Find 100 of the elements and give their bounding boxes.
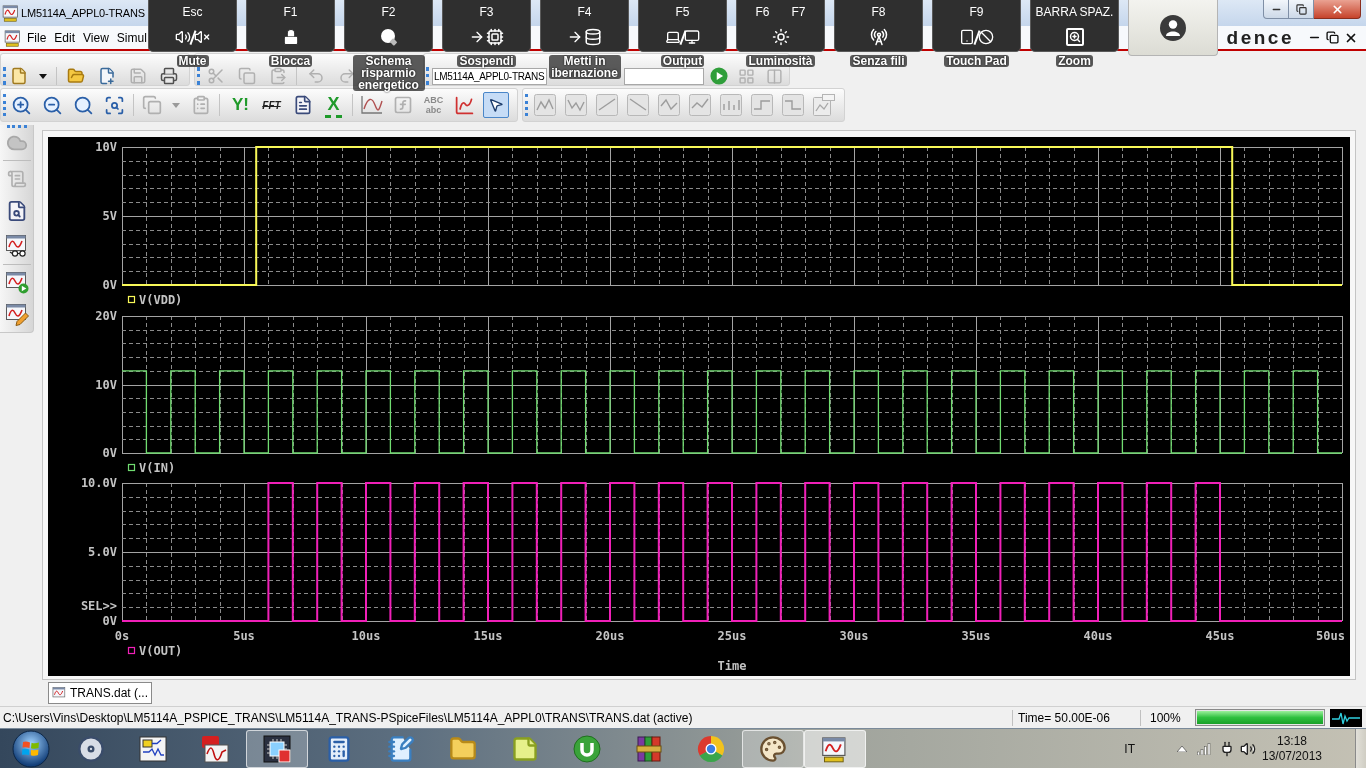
zoom-in-icon[interactable]: [11, 94, 32, 116]
clipboard-icon[interactable]: [191, 95, 211, 115]
chart-glasses-icon[interactable]: [4, 233, 29, 257]
function-icon[interactable]: [392, 95, 413, 115]
new-document-icon[interactable]: [97, 67, 116, 85]
key-label: F8: [871, 5, 886, 19]
chart-note-icon[interactable]: [812, 94, 835, 116]
clock-date[interactable]: 13/07/2013: [1261, 748, 1323, 764]
key-label: F5: [675, 5, 690, 19]
play-icon[interactable]: [710, 67, 728, 85]
grip-icon[interactable]: [3, 94, 6, 116]
x-tick-label: 35us: [961, 629, 991, 643]
columns-icon[interactable]: [765, 68, 783, 85]
key-label: F3: [479, 5, 494, 19]
scroll-icon[interactable]: [6, 168, 27, 189]
hotkey-caption: Mute: [176, 55, 209, 67]
power-plug-icon[interactable]: [1219, 740, 1235, 757]
chart-tile-icon[interactable]: [719, 94, 742, 116]
selection-marker: SEL>>: [80, 599, 117, 613]
restore-icon: [1295, 3, 1307, 15]
clock-time[interactable]: 13:18: [1277, 733, 1307, 749]
chart-tile-icon[interactable]: [688, 94, 711, 116]
zoom-out-icon[interactable]: [42, 94, 63, 116]
taskbar-app-button[interactable]: [742, 729, 804, 768]
taskbar-app-button[interactable]: [246, 729, 308, 768]
restore-icon[interactable]: [1326, 31, 1339, 44]
search-icon[interactable]: [73, 94, 94, 116]
window-title: LM5114A_APPL0-TRANS: [21, 6, 145, 20]
menu-item[interactable]: File: [27, 29, 47, 46]
waveform-icon: [1330, 708, 1362, 727]
sticky-note-icon: [511, 734, 539, 763]
y-tick-label: 10V: [95, 140, 117, 154]
pointer-icon: [487, 97, 504, 113]
input-field[interactable]: [624, 68, 704, 85]
y-tick-label: 0V: [102, 446, 117, 460]
chart-tile-icon[interactable]: [781, 94, 804, 116]
sun-icon: [771, 28, 790, 46]
chart-tile-icon[interactable]: [564, 94, 587, 116]
open-folder-icon[interactable]: [66, 67, 85, 85]
grip-icon[interactable]: [525, 94, 528, 116]
caret-icon[interactable]: [38, 73, 47, 79]
fft-button[interactable]: FFT: [260, 92, 283, 118]
chart-play-icon[interactable]: [4, 270, 29, 294]
chip-window-icon: [263, 734, 291, 763]
hotkey-caption: Output: [660, 55, 705, 67]
line-chart-icon[interactable]: [454, 94, 475, 116]
y-tick-label: 5V: [102, 209, 117, 223]
x-tick-label: 15us: [473, 629, 503, 643]
hotkey-caption: Luminosità: [746, 55, 815, 67]
chart-tile-icon[interactable]: [626, 94, 649, 116]
restore-button[interactable]: [1289, 0, 1314, 19]
caret-up-icon[interactable]: [1177, 745, 1187, 752]
save-icon[interactable]: [128, 67, 147, 85]
printer-icon[interactable]: [159, 67, 178, 85]
signal-icon[interactable]: [1197, 742, 1211, 755]
grip-icon[interactable]: [197, 67, 200, 85]
paste-icon[interactable]: [268, 67, 287, 85]
document-tab[interactable]: TRANS.dat (...: [48, 682, 153, 704]
chart-tile-icon[interactable]: [595, 94, 618, 116]
key-label: F9: [969, 5, 984, 19]
new-file-icon[interactable]: [10, 67, 28, 85]
user-icon: [1160, 14, 1186, 41]
menu-item[interactable]: Edit: [54, 29, 76, 46]
start-button[interactable]: [12, 729, 50, 768]
zoom-fit-icon[interactable]: [104, 94, 125, 116]
grip-icon[interactable]: [3, 67, 6, 85]
file-path: C:\Users\Vins\Desktop\LM5114A_PSPICE_TRANS\LM5114A_TRANS-PSpiceFiles\LM5114A_APPL0\TRANS\TRANS.dat (active): [3, 710, 693, 725]
grip-icon[interactable]: [6, 125, 27, 128]
hotkey-caption: Metti in ibernazione: [548, 55, 621, 79]
menu-item[interactable]: View: [83, 29, 109, 46]
x-tick-label: 25us: [717, 629, 747, 643]
undo-icon[interactable]: [306, 67, 325, 85]
menu-item[interactable]: Simul: [116, 29, 147, 46]
chart-window-icon: [821, 734, 849, 763]
chart-tile-icon[interactable]: [750, 94, 773, 116]
y-tick-label: 5.0V: [88, 545, 117, 559]
curve-axis-icon[interactable]: [360, 95, 383, 115]
language-indicator[interactable]: IT: [1124, 739, 1135, 758]
disc-icon: [77, 734, 105, 763]
hotkey-caption: Senza fili: [850, 55, 907, 67]
copy-icon[interactable]: [141, 95, 162, 115]
close-button[interactable]: [1314, 0, 1361, 19]
books-icon: [635, 734, 663, 763]
hotkey-caption: Sospendi: [457, 55, 516, 67]
hotkey-caption: Schema risparmio energetico: [352, 55, 425, 91]
key-label: F1: [283, 5, 298, 19]
chart-tile-icon[interactable]: [657, 94, 680, 116]
scissors-icon[interactable]: [206, 67, 225, 85]
select-tool-button[interactable]: [482, 92, 509, 118]
chart-tile-icon[interactable]: [533, 94, 556, 116]
chart-pencil-icon[interactable]: [4, 302, 29, 326]
x-tick-label: 5us: [233, 629, 255, 643]
y-tick-label: 0V: [102, 278, 117, 292]
copy-icon[interactable]: [237, 67, 256, 85]
hotkey-caption: Touch Pad: [944, 55, 1009, 67]
redo-icon[interactable]: [337, 67, 356, 85]
profile-combo[interactable]: LM5114A_APPL0-TRANS: [432, 68, 547, 85]
y-tick-label: 0V: [102, 614, 117, 628]
volume-icon[interactable]: [1240, 740, 1256, 757]
show-desktop-button[interactable]: [1355, 729, 1366, 768]
